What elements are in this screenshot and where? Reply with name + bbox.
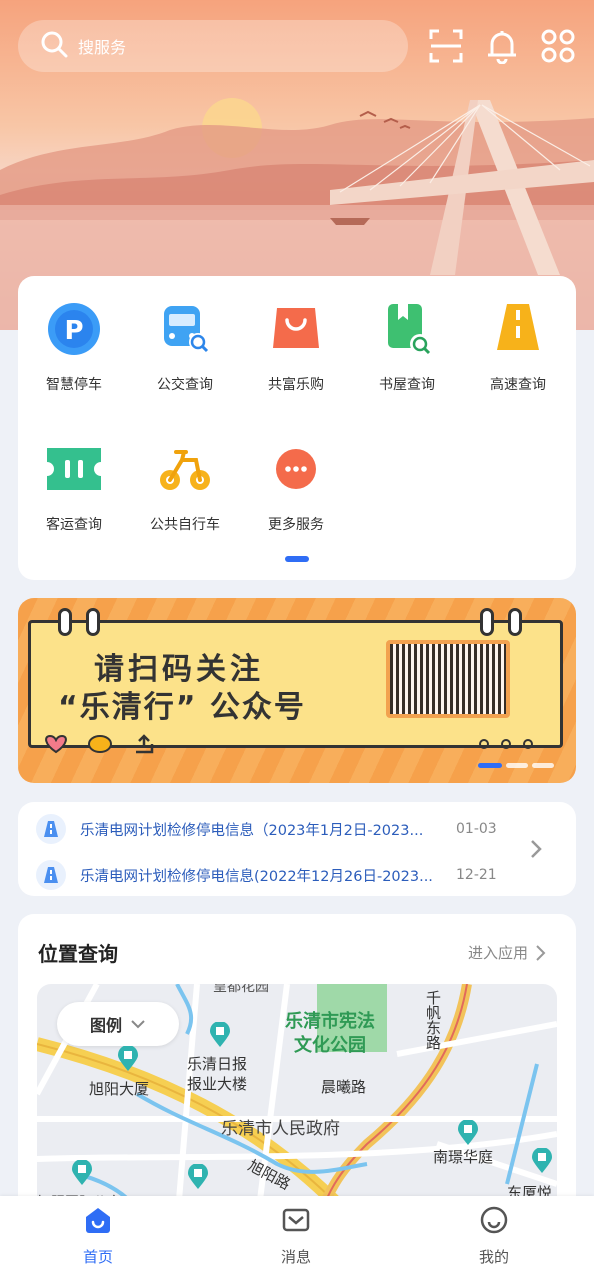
location-card: 位置查询 进入应用 图例 乐清市宪法 文化公园 乐清日报 报业大楼 旭阳大厦 乐… xyxy=(18,914,576,1214)
map-pin-icon[interactable] xyxy=(71,1159,93,1190)
book-search-icon xyxy=(376,298,438,360)
search-icon xyxy=(40,30,68,62)
map-label-building: 旭阳大厦 xyxy=(89,1080,150,1098)
map-label-road: 千帆东路 xyxy=(424,990,442,1050)
tab-messages[interactable]: 消息 xyxy=(236,1206,356,1267)
service-bookhouse[interactable]: 书屋查询 xyxy=(352,298,462,394)
chevron-down-icon xyxy=(131,1020,145,1029)
shopping-bag-icon xyxy=(265,298,327,360)
service-public-bicycle[interactable]: 公共自行车 xyxy=(130,438,240,534)
service-passenger-transport[interactable]: 客运查询 xyxy=(19,438,129,534)
binder-ring xyxy=(480,608,494,636)
map-pin-icon[interactable] xyxy=(531,1147,553,1178)
highway-icon xyxy=(487,298,549,360)
map-pin-icon[interactable] xyxy=(117,1045,139,1076)
parking-icon: P xyxy=(43,298,105,360)
map-label-road: 晨曦路 xyxy=(321,1078,367,1096)
map-pin-icon[interactable] xyxy=(209,1021,231,1052)
apps-grid-icon[interactable] xyxy=(538,26,578,66)
page-indicator xyxy=(285,556,309,562)
search-bar[interactable]: 搜服务 xyxy=(18,20,408,72)
bus-icon xyxy=(154,298,216,360)
news-date: 01-03 xyxy=(456,821,497,837)
binder-ring xyxy=(86,608,100,636)
banner-page-indicator xyxy=(506,763,528,768)
news-card: 乐清电网计划检修停电信息（2023年1月2日-2023... 01-03 乐清电… xyxy=(18,802,576,896)
promo-banner[interactable]: 请扫码关注 “乐清行” 公众号 xyxy=(18,598,576,783)
tab-home[interactable]: 首页 xyxy=(38,1206,158,1267)
news-date: 12-21 xyxy=(456,867,497,883)
chevron-right-icon xyxy=(536,944,546,961)
legend-button[interactable]: 图例 xyxy=(57,1002,179,1046)
tab-profile[interactable]: 我的 xyxy=(434,1206,554,1267)
svg-text:P: P xyxy=(64,316,83,346)
banner-page-indicator-active xyxy=(478,763,502,768)
map-label-gov: 乐清市人民政府 xyxy=(221,1119,340,1139)
bell-icon[interactable] xyxy=(482,26,522,66)
binder-ring xyxy=(508,608,522,636)
banner-dots xyxy=(478,735,548,754)
service-highway[interactable]: 高速查询 xyxy=(463,298,573,394)
map-pin-icon[interactable] xyxy=(187,1163,209,1194)
map-view[interactable]: 图例 乐清市宪法 文化公园 乐清日报 报业大楼 旭阳大厦 乐清市人民政府 晨曦路… xyxy=(37,984,557,1214)
news-title: 乐清电网计划检修停电信息(2022年12月26日-2023... xyxy=(80,868,433,885)
qr-code xyxy=(386,640,510,718)
map-label-daily: 乐清日报 报业大楼 xyxy=(187,1055,248,1093)
map-label-park: 乐清市宪法 文化公园 xyxy=(285,1011,375,1056)
message-icon xyxy=(282,1208,310,1232)
banner-line2: “乐清行” 公众号 xyxy=(58,690,306,725)
road-icon xyxy=(36,860,66,890)
chevron-right-icon[interactable] xyxy=(528,838,544,864)
enter-app-link[interactable]: 进入应用 xyxy=(468,942,546,963)
news-item[interactable]: 乐清电网计划检修停电信息(2022年12月26日-2023... 12-21 xyxy=(36,858,516,892)
search-placeholder: 搜服务 xyxy=(78,38,127,57)
service-more[interactable]: 更多服务 xyxy=(241,438,351,534)
road-icon xyxy=(36,814,66,844)
banner-page-indicator xyxy=(532,763,554,768)
bicycle-icon xyxy=(154,438,216,500)
home-icon xyxy=(86,1208,110,1233)
news-title: 乐清电网计划检修停电信息（2023年1月2日-2023... xyxy=(80,822,424,839)
service-shopping[interactable]: 共富乐购 xyxy=(241,298,351,394)
banner-action-icons xyxy=(40,732,230,756)
map-pin-icon[interactable] xyxy=(457,1119,479,1150)
profile-icon xyxy=(480,1206,508,1234)
section-title: 位置查询 xyxy=(38,942,118,966)
bottom-tab-bar: 首页 消息 我的 xyxy=(0,1196,594,1280)
service-smart-parking[interactable]: P 智慧停车 xyxy=(19,298,129,394)
more-icon xyxy=(265,438,327,500)
ticket-icon xyxy=(43,438,105,500)
binder-ring xyxy=(58,608,72,636)
service-bus-query[interactable]: 公交查询 xyxy=(130,298,240,394)
news-item[interactable]: 乐清电网计划检修停电信息（2023年1月2日-2023... 01-03 xyxy=(36,812,516,846)
map-label-place: 皇都花园 xyxy=(213,984,269,995)
scan-icon[interactable] xyxy=(426,26,466,66)
